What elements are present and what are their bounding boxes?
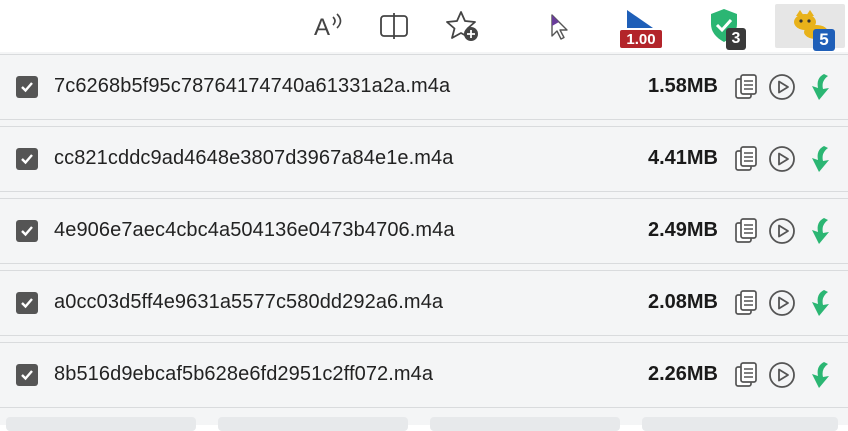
download-icon: [812, 218, 829, 244]
copy-button[interactable]: [731, 360, 761, 390]
play-button[interactable]: [767, 216, 797, 246]
copy-icon: [735, 362, 757, 387]
file-size: 1.58MB: [647, 75, 718, 97]
bottom-action-button[interactable]: [218, 417, 408, 431]
checkbox-checked-icon: [21, 226, 33, 237]
media-file-list: 7c6268b5f95c78764174740a61331a2a.m4a 1.5…: [0, 52, 848, 425]
shield-count-badge: 3: [726, 28, 746, 50]
download-icon: [812, 290, 829, 316]
copy-button[interactable]: [731, 216, 761, 246]
file-size: 2.08MB: [647, 291, 718, 313]
browser-toolbar: A 1.00 3 5: [0, 0, 848, 52]
download-button[interactable]: [806, 216, 836, 246]
zoom-level-badge: 1.00: [620, 30, 662, 48]
svg-text:A: A: [314, 14, 330, 41]
file-name: 8b516d9ebcaf5b628e6fd2951c2ff072.m4a: [54, 363, 434, 385]
play-button[interactable]: [767, 288, 797, 318]
cursor-extension-button[interactable]: [534, 4, 582, 48]
play-button[interactable]: [767, 72, 797, 102]
checkbox-checked-icon: [21, 298, 33, 309]
play-icon: [769, 362, 795, 388]
list-item: cc821cddc9ad4648e3807d3967a84e1e.m4a 4.4…: [0, 126, 848, 192]
split-screen-button[interactable]: [370, 4, 418, 48]
cursor-extension-icon: [551, 14, 568, 40]
read-aloud-icon: A: [314, 13, 342, 41]
file-size: 2.49MB: [647, 219, 718, 241]
download-button[interactable]: [806, 360, 836, 390]
copy-button[interactable]: [731, 72, 761, 102]
download-button[interactable]: [806, 288, 836, 318]
copy-button[interactable]: [731, 288, 761, 318]
copy-icon: [735, 146, 757, 171]
shield-extension-button[interactable]: 3: [700, 4, 748, 50]
file-size: 2.26MB: [647, 363, 718, 385]
file-size: 4.41MB: [647, 147, 718, 169]
list-item: a0cc03d5ff4e9631a5577c580dd292a6.m4a 2.0…: [0, 270, 848, 336]
file-name: cc821cddc9ad4648e3807d3967a84e1e.m4a: [54, 147, 454, 169]
play-icon: [769, 74, 795, 100]
file-name: 7c6268b5f95c78764174740a61331a2a.m4a: [54, 75, 451, 97]
download-icon: [812, 146, 829, 172]
add-favorite-icon: [446, 11, 478, 41]
cat-extension-button[interactable]: 5: [775, 4, 845, 51]
download-icon: [812, 74, 829, 100]
checkbox-checked-icon: [21, 370, 33, 381]
file-checkbox[interactable]: [16, 148, 38, 170]
read-aloud-button[interactable]: A: [304, 4, 352, 48]
copy-icon: [735, 74, 757, 99]
copy-icon: [735, 218, 757, 243]
split-screen-icon: [380, 13, 408, 39]
file-checkbox[interactable]: [16, 76, 38, 98]
download-button[interactable]: [806, 72, 836, 102]
bottom-action-button[interactable]: [430, 417, 620, 431]
copy-button[interactable]: [731, 144, 761, 174]
download-button[interactable]: [806, 144, 836, 174]
file-checkbox[interactable]: [16, 364, 38, 386]
copy-icon: [735, 290, 757, 315]
cat-count-badge: 5: [813, 29, 835, 51]
bottom-action-button[interactable]: [642, 417, 838, 431]
file-checkbox[interactable]: [16, 292, 38, 314]
play-icon: [769, 290, 795, 316]
list-item: 8b516d9ebcaf5b628e6fd2951c2ff072.m4a 2.2…: [0, 342, 848, 408]
zoom-extension-button[interactable]: 1.00: [617, 4, 665, 48]
file-name: a0cc03d5ff4e9631a5577c580dd292a6.m4a: [54, 291, 444, 313]
download-icon: [812, 362, 829, 388]
list-item: 7c6268b5f95c78764174740a61331a2a.m4a 1.5…: [0, 54, 848, 120]
play-icon: [769, 218, 795, 244]
checkbox-checked-icon: [21, 82, 33, 93]
file-checkbox[interactable]: [16, 220, 38, 242]
play-button[interactable]: [767, 360, 797, 390]
checkbox-checked-icon: [21, 154, 33, 165]
list-item: 4e906e7aec4cbc4a504136e0473b4706.m4a 2.4…: [0, 198, 848, 264]
play-icon: [769, 146, 795, 172]
file-name: 4e906e7aec4cbc4a504136e0473b4706.m4a: [54, 219, 455, 241]
play-button[interactable]: [767, 144, 797, 174]
add-favorite-button[interactable]: [440, 4, 488, 48]
bottom-action-button[interactable]: [6, 417, 196, 431]
